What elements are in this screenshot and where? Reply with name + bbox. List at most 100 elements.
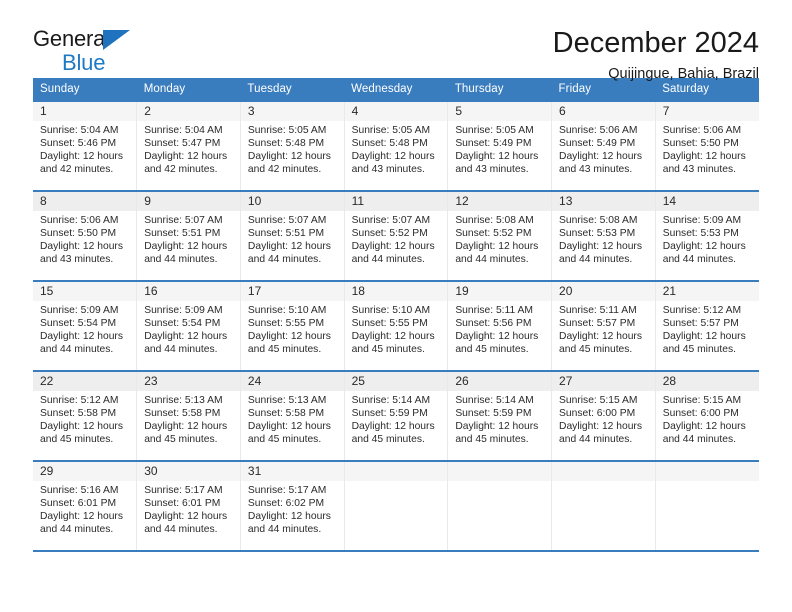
sunrise-text: Sunrise: 5:07 AM (351, 215, 431, 226)
daylight-text-line2: and 43 minutes. (662, 164, 736, 176)
day-number: 25 (344, 372, 448, 391)
day-cell[interactable]: 15 Sunrise: 5:09 AM Sunset: 5:54 PM Dayligh… (33, 280, 138, 371)
day-cell[interactable]: 5 Sunrise: 5:05 AM Sunset: 5:49 PM Daylight… (447, 100, 553, 191)
sunrise-text: Sunrise: 5:12 AM (662, 305, 742, 316)
sunset-text: Sunset: 5:59 PM (351, 408, 428, 420)
sunrise-text: Sunrise: 5:17 AM (144, 485, 223, 496)
day-cell[interactable]: 22 Sunrise: 5:12 AM Sunset: 5:58 PM Dayligh… (33, 370, 138, 461)
day-cell[interactable]: 2 Sunrise: 5:04 AM Sunset: 5:47 PM Daylight… (136, 100, 241, 191)
day-cell[interactable]: 19 Sunrise: 5:11 AM Sunset: 5:56 PM Dayligh… (447, 280, 553, 371)
day-details: Sunrise: 5:07 AM Sunset: 5:51 PM Daylight:… (241, 211, 344, 266)
sunset-text: Sunset: 5:58 PM (144, 408, 221, 420)
daylight-text-line2: and 42 minutes. (247, 164, 322, 176)
day-number (448, 462, 552, 481)
day-cell[interactable]: 24 Sunrise: 5:13 AM Sunset: 5:58 PM Dayligh… (240, 370, 345, 461)
daylight-text-line1: Daylight: 12 hours (559, 241, 643, 253)
daylight-text-line1: Daylight: 12 hours (662, 151, 746, 163)
day-cell[interactable]: 1 Sunrise: 5:04 AM Sunset: 5:46 PM Daylight… (33, 100, 138, 191)
daylight-text-line2: and 44 minutes. (40, 344, 114, 356)
sunrise-text: Sunrise: 5:09 AM (662, 215, 742, 226)
day-number: 15 (33, 282, 137, 301)
daylight-text-line1: Daylight: 12 hours (351, 421, 435, 433)
day-cell[interactable]: 18 Sunrise: 5:10 AM Sunset: 5:55 PM Dayligh… (344, 280, 449, 371)
day-cell[interactable]: 14 Sunrise: 5:09 AM Sunset: 5:53 PM Dayligh… (655, 190, 759, 281)
day-details: Sunrise: 5:06 AM Sunset: 5:50 PM Daylight:… (656, 121, 759, 176)
sunrise-text: Sunrise: 5:09 AM (40, 305, 119, 316)
sunset-text: Sunset: 5:49 PM (455, 138, 532, 150)
day-cell[interactable]: 9 Sunrise: 5:07 AM Sunset: 5:51 PM Daylight… (136, 190, 241, 281)
day-cell[interactable]: 26 Sunrise: 5:14 AM Sunset: 5:59 PM Dayligh… (447, 370, 553, 461)
day-details: Sunrise: 5:15 AM Sunset: 6:00 PM Daylight:… (552, 391, 655, 446)
sunrise-text: Sunrise: 5:04 AM (40, 125, 119, 136)
day-number: 14 (655, 192, 759, 211)
sunset-text: Sunset: 5:50 PM (40, 228, 117, 240)
daylight-text-line1: Daylight: 12 hours (144, 511, 228, 523)
day-number: 29 (33, 462, 137, 481)
sunrise-text: Sunrise: 5:05 AM (351, 125, 431, 136)
daylight-text-line2: and 42 minutes. (40, 164, 114, 176)
day-cell[interactable]: 4 Sunrise: 5:05 AM Sunset: 5:48 PM Daylight… (344, 100, 449, 191)
day-number: 13 (552, 192, 655, 211)
day-number: 17 (240, 282, 344, 301)
daylight-text-line2: and 44 minutes. (662, 434, 736, 446)
day-details: Sunrise: 5:13 AM Sunset: 5:58 PM Daylight:… (137, 391, 240, 446)
day-cell[interactable]: 11 Sunrise: 5:07 AM Sunset: 5:52 PM Dayligh… (344, 190, 449, 281)
sunrise-text: Sunrise: 5:07 AM (144, 215, 223, 226)
sunset-text: Sunset: 5:51 PM (144, 228, 221, 240)
day-number: 18 (344, 282, 448, 301)
day-cell[interactable]: 12 Sunrise: 5:08 AM Sunset: 5:52 PM Dayligh… (447, 190, 553, 281)
day-cell[interactable]: 23 Sunrise: 5:13 AM Sunset: 5:58 PM Dayligh… (136, 370, 241, 461)
day-cell[interactable]: 6 Sunrise: 5:06 AM Sunset: 5:49 PM Daylight… (551, 100, 656, 191)
daylight-text-line1: Daylight: 12 hours (247, 151, 331, 163)
logo-text-general: General (33, 26, 110, 51)
daylight-text-line2: and 45 minutes. (455, 434, 529, 446)
day-number: 5 (448, 102, 552, 121)
day-cell[interactable]: 25 Sunrise: 5:14 AM Sunset: 5:59 PM Dayligh… (344, 370, 449, 461)
daylight-text-line2: and 43 minutes. (455, 164, 529, 176)
day-number: 19 (448, 282, 552, 301)
sunrise-text: Sunrise: 5:10 AM (247, 305, 327, 316)
daylight-text-line1: Daylight: 12 hours (662, 421, 746, 433)
daylight-text-line1: Daylight: 12 hours (40, 151, 123, 163)
sunset-text: Sunset: 5:54 PM (40, 318, 117, 330)
day-cell[interactable]: 16 Sunrise: 5:09 AM Sunset: 5:54 PM Dayligh… (136, 280, 241, 371)
calendar-body: 1 Sunrise: 5:04 AM Sunset: 5:46 PM Daylight… (33, 100, 759, 552)
day-number (655, 462, 759, 481)
day-details: Sunrise: 5:04 AM Sunset: 5:47 PM Daylight:… (137, 121, 240, 176)
sunrise-text: Sunrise: 5:13 AM (144, 395, 223, 406)
day-cell[interactable]: 31 Sunrise: 5:17 AM Sunset: 6:02 PM Dayligh… (240, 460, 345, 552)
day-cell[interactable]: 3 Sunrise: 5:05 AM Sunset: 5:48 PM Daylight… (240, 100, 345, 191)
day-cell[interactable]: 7 Sunrise: 5:06 AM Sunset: 5:50 PM Daylight… (655, 100, 759, 191)
day-cell[interactable]: 10 Sunrise: 5:07 AM Sunset: 5:51 PM Dayligh… (240, 190, 345, 281)
sunrise-text: Sunrise: 5:08 AM (559, 215, 638, 226)
day-cell[interactable]: 27 Sunrise: 5:15 AM Sunset: 6:00 PM Dayligh… (551, 370, 656, 461)
day-details: Sunrise: 5:12 AM Sunset: 5:57 PM Daylight:… (656, 301, 759, 356)
day-cell[interactable]: 30 Sunrise: 5:17 AM Sunset: 6:01 PM Dayligh… (136, 460, 241, 552)
day-number: 4 (344, 102, 448, 121)
day-details: Sunrise: 5:17 AM Sunset: 6:01 PM Daylight:… (137, 481, 240, 536)
day-cell[interactable]: 20 Sunrise: 5:11 AM Sunset: 5:57 PM Dayligh… (551, 280, 656, 371)
week-row: 22 Sunrise: 5:12 AM Sunset: 5:58 PM Dayligh… (33, 370, 759, 461)
daylight-text-line2: and 43 minutes. (40, 254, 114, 266)
day-cell[interactable]: 13 Sunrise: 5:08 AM Sunset: 5:53 PM Dayligh… (551, 190, 656, 281)
sunset-text: Sunset: 5:57 PM (662, 318, 739, 330)
daylight-text-line1: Daylight: 12 hours (351, 331, 435, 343)
day-details: Sunrise: 5:08 AM Sunset: 5:53 PM Daylight:… (552, 211, 655, 266)
sunset-text: Sunset: 5:51 PM (247, 228, 325, 240)
daylight-text-line2: and 45 minutes. (40, 434, 114, 446)
calendar-page: General Blue December 2024 Quijingue, Ba… (0, 0, 792, 612)
day-cell[interactable]: 29 Sunrise: 5:16 AM Sunset: 6:01 PM Dayligh… (33, 460, 138, 552)
day-cell[interactable]: 28 Sunrise: 5:15 AM Sunset: 6:00 PM Dayligh… (655, 370, 759, 461)
sunset-text: Sunset: 6:00 PM (559, 408, 636, 420)
sunrise-text: Sunrise: 5:15 AM (559, 395, 638, 406)
day-cell-empty (447, 460, 553, 552)
day-cell[interactable]: 21 Sunrise: 5:12 AM Sunset: 5:57 PM Dayligh… (655, 280, 759, 371)
daylight-text-line2: and 44 minutes. (247, 254, 322, 266)
day-cell[interactable]: 8 Sunrise: 5:06 AM Sunset: 5:50 PM Daylight… (33, 190, 138, 281)
day-details: Sunrise: 5:10 AM Sunset: 5:55 PM Daylight:… (345, 301, 448, 356)
generalblue-logo[interactable]: General Blue (33, 26, 153, 78)
daylight-text-line1: Daylight: 12 hours (351, 241, 435, 253)
daylight-text-line2: and 44 minutes. (247, 524, 322, 536)
sunset-text: Sunset: 5:55 PM (351, 318, 428, 330)
day-cell[interactable]: 17 Sunrise: 5:10 AM Sunset: 5:55 PM Dayligh… (240, 280, 345, 371)
